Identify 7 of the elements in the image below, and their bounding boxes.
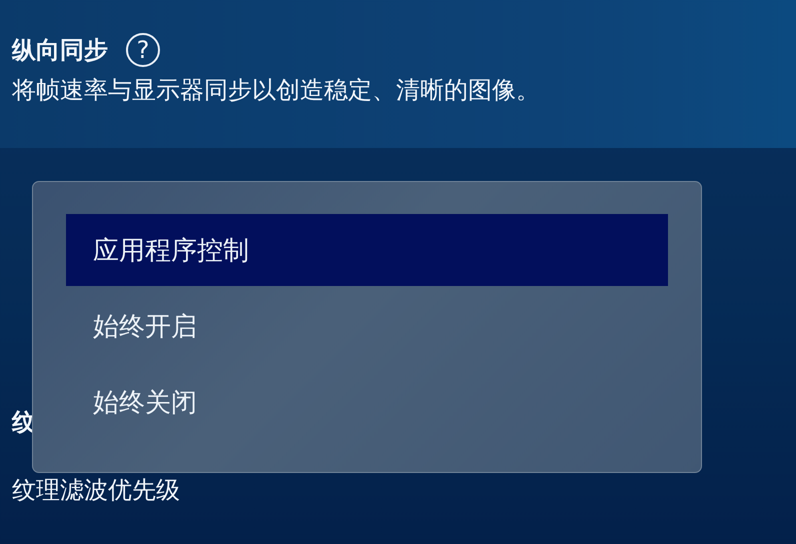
- setting-description: 将帧速率与显示器同步以创造稳定、清晰的图像。: [12, 75, 541, 106]
- help-icon[interactable]: ?: [126, 33, 160, 67]
- menu-option[interactable]: 始终开启: [66, 290, 668, 362]
- setting-description: 纹理滤波优先级: [12, 476, 181, 505]
- menu-option[interactable]: 应用程序控制: [66, 214, 668, 286]
- menu-option[interactable]: 始终关闭: [66, 366, 668, 438]
- setting-title: 纵向同步: [12, 35, 108, 66]
